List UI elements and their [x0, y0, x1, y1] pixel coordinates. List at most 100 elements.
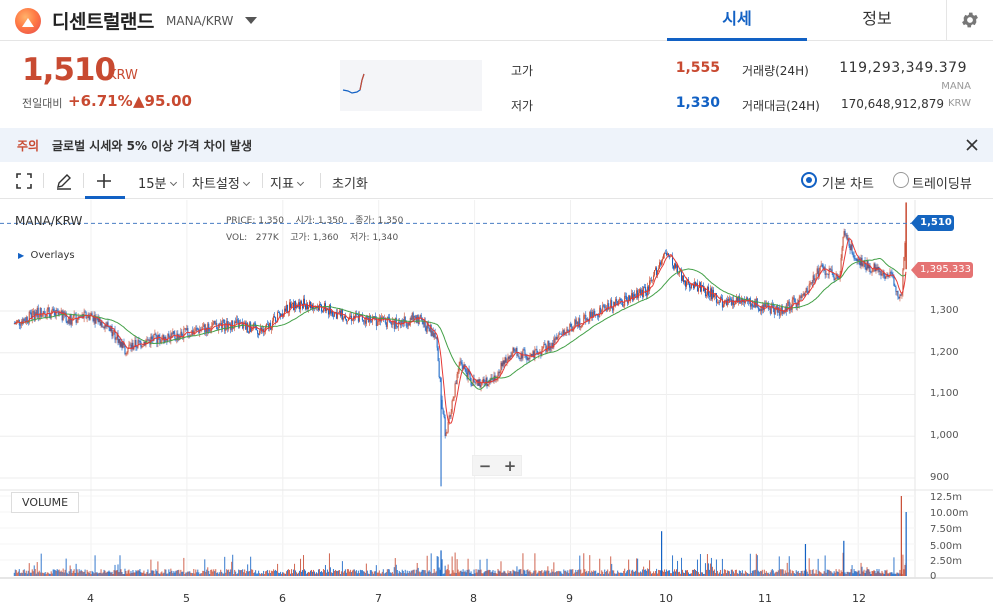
volume-bar: [596, 573, 598, 576]
volume-bar: [389, 572, 391, 576]
volume-bar: [67, 573, 69, 576]
candle-body: [684, 280, 686, 283]
volume-bar: [482, 573, 484, 576]
volume-bar: [210, 569, 212, 576]
chart-settings-select[interactable]: 차트설정: [192, 173, 250, 192]
tab-price[interactable]: 시세: [667, 0, 807, 41]
volume-bar: [623, 570, 625, 576]
legend-vol: 277K: [255, 233, 279, 243]
pencil-icon[interactable]: [54, 171, 74, 191]
close-icon[interactable]: [963, 136, 981, 154]
candle-body: [141, 346, 143, 348]
candle-body: [591, 312, 593, 318]
volume-bar: [81, 570, 83, 576]
volume-bar: [815, 569, 817, 576]
volume-bar: [665, 571, 667, 576]
volume-bar: [566, 572, 568, 576]
volume-bar: [722, 573, 724, 576]
candle-body: [474, 381, 476, 383]
overlays-toggle[interactable]: ▶ Overlays: [18, 250, 75, 261]
volume-bar: [395, 564, 397, 576]
tradingview-radio[interactable]: [893, 172, 909, 188]
volume-bar: [595, 570, 597, 576]
gear-icon[interactable]: [960, 10, 980, 30]
volume-bar: [536, 573, 538, 576]
candle-body: [236, 319, 238, 324]
basic-chart-radio[interactable]: [801, 172, 817, 188]
candle-body: [214, 320, 216, 325]
candle-body: [619, 298, 621, 301]
volume-bar: [84, 569, 86, 576]
tab-info[interactable]: 정보: [807, 0, 947, 41]
candle-body: [826, 273, 828, 275]
volume-bar: [55, 570, 57, 576]
chevron-down-icon[interactable]: [245, 17, 257, 24]
indicators-select[interactable]: 지표: [270, 173, 304, 192]
candle-body: [567, 329, 569, 331]
volume-bar: [892, 573, 894, 576]
crosshair-icon[interactable]: [94, 171, 114, 191]
candle-body: [39, 307, 41, 317]
volume-bar: [611, 563, 613, 576]
volume-bar: [403, 573, 405, 576]
volume-bar: [827, 569, 829, 576]
reset-button[interactable]: 초기화: [332, 173, 368, 192]
volume-bar: [126, 573, 128, 576]
zoom-out-button[interactable]: −: [473, 457, 497, 475]
chevron-down-icon: [169, 178, 177, 187]
volume-bar: [644, 569, 646, 576]
volume-bar: [363, 571, 365, 576]
volume-bar: [218, 573, 220, 576]
volume-bar: [777, 570, 779, 576]
volume-bar: [574, 572, 576, 576]
volume-bar: [522, 553, 524, 576]
candle-body: [186, 328, 188, 331]
volume-bar: [248, 571, 250, 576]
volume-bar: [772, 570, 774, 576]
value-label: 거래대금(24H): [742, 99, 820, 113]
volume-bar: [821, 573, 823, 576]
volume-bar: [230, 569, 232, 576]
fullscreen-icon[interactable]: [14, 171, 34, 191]
volume-bar: [31, 569, 33, 576]
price-chart[interactable]: [0, 200, 993, 614]
mini-chart-line: [342, 73, 365, 94]
volume-bar: [103, 569, 105, 576]
candle-body: [666, 253, 668, 256]
volume-bar: [402, 570, 404, 576]
volume-bar: [806, 571, 808, 576]
volume-bar: [745, 572, 747, 576]
volume-bar: [409, 572, 411, 576]
candle-body: [733, 303, 735, 306]
zoom-in-button[interactable]: +: [498, 457, 522, 475]
volume-bar: [324, 565, 326, 576]
volume-bar: [699, 554, 701, 576]
tradingview-label[interactable]: 트레이딩뷰: [912, 173, 972, 192]
legend-close: 1,350: [377, 216, 404, 226]
candle-body: [437, 347, 439, 362]
volume-bar: [515, 571, 517, 576]
candle-body: [278, 312, 280, 313]
candle-body: [683, 275, 685, 283]
volume-bar: [856, 572, 858, 576]
candle-body: [471, 385, 473, 386]
volume-bar: [229, 571, 231, 576]
volume-bar: [580, 569, 582, 576]
candle-body: [849, 245, 851, 251]
volume-bar: [320, 571, 322, 576]
candle-body: [894, 285, 896, 287]
volume-bar: [635, 570, 637, 576]
volume-bar: [282, 572, 284, 576]
interval-select[interactable]: 15분: [138, 173, 177, 192]
date-axis-label: 11: [758, 592, 772, 605]
volume-bar: [864, 573, 866, 576]
volume-bar: [721, 558, 723, 576]
candle-body: [267, 324, 269, 325]
volume-bar: [817, 558, 819, 576]
volume-bar: [354, 571, 356, 576]
basic-chart-label[interactable]: 기본 차트: [822, 173, 874, 192]
candle-body: [878, 266, 880, 272]
volume-bar: [223, 573, 225, 576]
volume-bar: [326, 569, 328, 576]
volume-bar: [671, 573, 673, 576]
